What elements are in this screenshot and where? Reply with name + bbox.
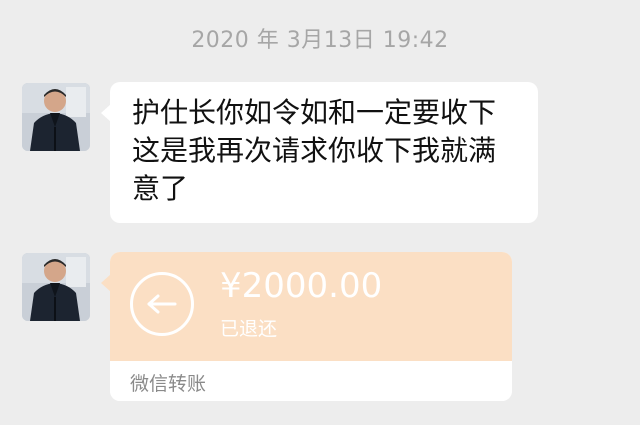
sender-avatar[interactable] [22, 83, 90, 151]
message-text-line: 这是我再次请求你收下我就满 [132, 134, 497, 167]
message-timestamp: 2020 年 3月13日 19:42 [191, 28, 449, 53]
wechat-transfer-card[interactable]: ¥2000.00 已退还 微信转账 [110, 252, 512, 401]
transfer-card-header: ¥2000.00 已退还 [110, 252, 512, 361]
message-text-line: 护仕长你如令如和一定要收下 [132, 96, 497, 129]
sender-avatar[interactable] [22, 253, 90, 321]
transfer-status: 已退还 [220, 318, 278, 340]
text-message-bubble[interactable]: 护仕长你如令如和一定要收下 这是我再次请求你收下我就满 意了 [101, 82, 538, 223]
transfer-amount: ¥2000.00 [220, 266, 383, 306]
return-arrow-icon [130, 272, 194, 336]
message-text-line: 意了 [132, 172, 189, 205]
transfer-type-label: 微信转账 [130, 373, 207, 395]
avatar-photo [22, 253, 90, 321]
transfer-card-footer: 微信转账 [110, 361, 512, 401]
avatar-photo [22, 83, 90, 151]
